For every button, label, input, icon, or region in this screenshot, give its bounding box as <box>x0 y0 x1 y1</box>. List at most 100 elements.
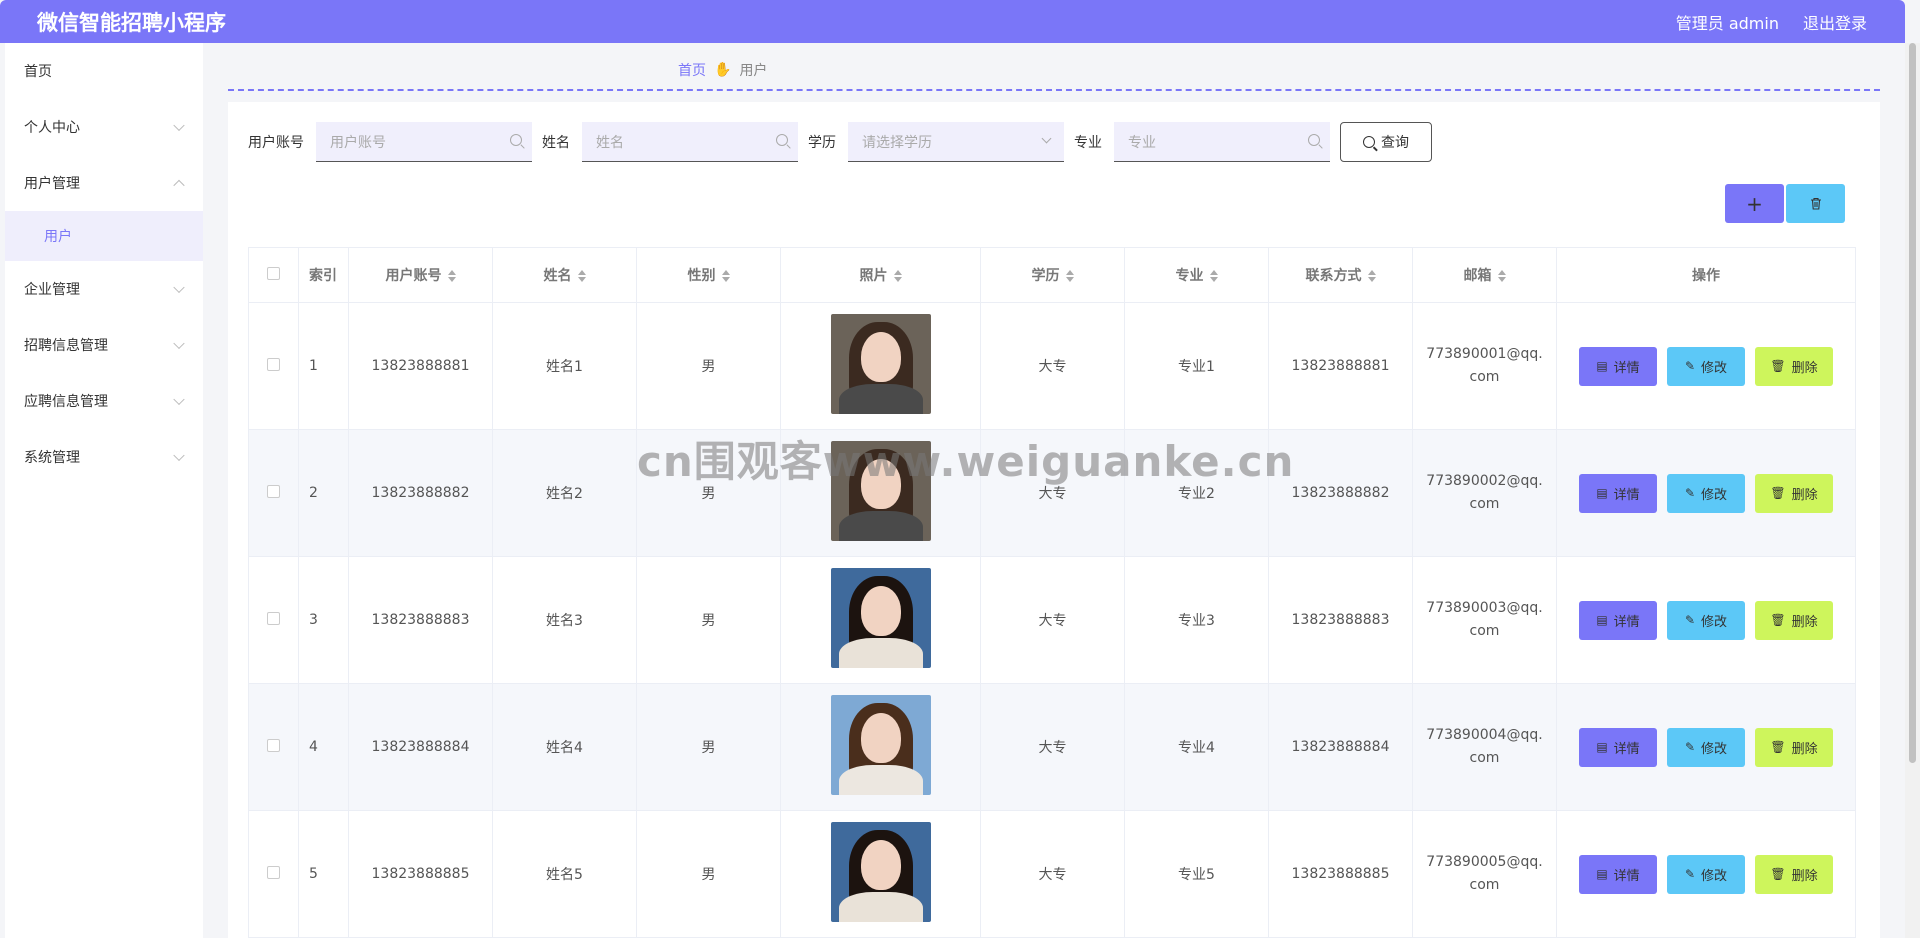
edit-button[interactable]: ✎ 修改 <box>1667 600 1745 640</box>
row-checkbox[interactable] <box>267 611 280 625</box>
cell-email: 773890002@qq.com <box>1426 473 1543 512</box>
hand-icon: ✋ <box>714 62 732 78</box>
trash-icon: 🗑 <box>1770 486 1786 500</box>
edit-button[interactable]: ✎ 修改 <box>1667 727 1745 767</box>
col-actions: 操作 <box>1556 247 1856 303</box>
chevron-down-icon <box>173 337 185 350</box>
cell-name: 姓名4 <box>492 683 637 811</box>
detail-button[interactable]: ▤ 详情 <box>1579 727 1657 767</box>
document-icon: ▤ <box>1596 740 1608 754</box>
document-icon: ▤ <box>1596 867 1608 881</box>
delete-button[interactable]: 🗑 删除 <box>1755 473 1833 513</box>
add-button[interactable]: + <box>1725 184 1784 223</box>
trash-icon <box>1810 197 1821 210</box>
row-checkbox[interactable] <box>267 484 280 498</box>
watermark: cn围观客www.weiguanke.cn <box>637 437 1295 486</box>
divider <box>228 89 1880 91</box>
edit-button[interactable]: ✎ 修改 <box>1667 346 1745 386</box>
batch-delete-button[interactable] <box>1786 184 1845 223</box>
sort-icon <box>1065 270 1074 282</box>
cell-index: 2 <box>298 429 349 557</box>
col-name[interactable]: 姓名 <box>492 247 637 303</box>
delete-button[interactable]: 🗑 删除 <box>1755 600 1833 640</box>
user-photo[interactable] <box>830 695 931 795</box>
cell-index: 4 <box>298 683 349 811</box>
delete-button[interactable]: 🗑 删除 <box>1755 346 1833 386</box>
delete-button[interactable]: 🗑 删除 <box>1755 854 1833 894</box>
cell-gender: 男 <box>636 302 781 430</box>
trash-icon: 🗑 <box>1770 867 1786 881</box>
document-icon: ▤ <box>1596 613 1608 627</box>
edit-button[interactable]: ✎ 修改 <box>1667 473 1745 513</box>
logout-link[interactable]: 退出登录 <box>1803 10 1867 34</box>
trash-icon: 🗑 <box>1770 613 1786 627</box>
col-phone[interactable]: 联系方式 <box>1268 247 1413 303</box>
cell-phone: 13823888884 <box>1268 683 1413 811</box>
scrollbar[interactable] <box>1905 43 1920 938</box>
pencil-icon: ✎ <box>1684 740 1696 754</box>
col-photo[interactable]: 照片 <box>780 247 981 303</box>
row-checkbox[interactable] <box>267 357 280 371</box>
detail-button[interactable]: ▤ 详情 <box>1579 854 1657 894</box>
trash-icon: 🗑 <box>1770 359 1786 373</box>
cell-account: 13823888882 <box>348 429 493 557</box>
major-label: 专业 <box>1074 135 1102 151</box>
table-row: 5 13823888885 姓名5 男大专 专业5 13823888885 77389000… <box>248 810 1856 938</box>
sidebar: 首页 个人中心 用户管理 用户 企业管理 招聘信息管理 应聘信息管理 系统管理 <box>5 43 203 938</box>
sidebar-item-home[interactable]: 首页 <box>5 43 203 99</box>
cell-edu: 大专 <box>980 810 1125 938</box>
cell-name: 姓名5 <box>492 810 637 938</box>
cell-major: 专业1 <box>1124 302 1269 430</box>
user-photo[interactable] <box>830 568 931 668</box>
col-edu[interactable]: 学历 <box>980 247 1125 303</box>
select-all-checkbox[interactable] <box>267 266 280 280</box>
user-photo[interactable] <box>830 822 931 922</box>
col-major[interactable]: 专业 <box>1124 247 1269 303</box>
cell-name: 姓名1 <box>492 302 637 430</box>
scrollbar-thumb[interactable] <box>1909 43 1916 763</box>
pencil-icon: ✎ <box>1684 867 1696 881</box>
chevron-down-icon <box>173 449 185 462</box>
cell-name: 姓名2 <box>492 429 637 557</box>
cell-account: 13823888881 <box>348 302 493 430</box>
sidebar-item-company-management[interactable]: 企业管理 <box>5 261 203 317</box>
query-button[interactable]: 查询 <box>1340 122 1432 162</box>
detail-button[interactable]: ▤ 详情 <box>1579 473 1657 513</box>
table-row: 3 13823888883 姓名3 男大专 专业3 13823888883 77389000… <box>248 556 1856 684</box>
cell-email: 773890004@qq.com <box>1426 727 1543 766</box>
chevron-down-icon <box>173 281 185 294</box>
detail-button[interactable]: ▤ 详情 <box>1579 600 1657 640</box>
search-icon <box>776 134 788 146</box>
major-input[interactable]: 专业 <box>1114 122 1330 162</box>
cell-phone: 13823888883 <box>1268 556 1413 684</box>
pencil-icon: ✎ <box>1684 613 1696 627</box>
edit-button[interactable]: ✎ 修改 <box>1667 854 1745 894</box>
sidebar-item-user-management[interactable]: 用户管理 <box>5 155 203 211</box>
row-checkbox[interactable] <box>267 738 280 752</box>
sidebar-item-user[interactable]: 用户 <box>5 211 203 261</box>
sidebar-item-application-management[interactable]: 应聘信息管理 <box>5 373 203 429</box>
detail-button[interactable]: ▤ 详情 <box>1579 346 1657 386</box>
cell-edu: 大专 <box>980 556 1125 684</box>
col-account[interactable]: 用户账号 <box>348 247 493 303</box>
account-label: 用户账号 <box>248 135 304 151</box>
sidebar-item-job-management[interactable]: 招聘信息管理 <box>5 317 203 373</box>
sidebar-item-profile[interactable]: 个人中心 <box>5 99 203 155</box>
cell-email: 773890003@qq.com <box>1426 600 1543 639</box>
col-email[interactable]: 邮箱 <box>1412 247 1557 303</box>
col-gender[interactable]: 性别 <box>636 247 781 303</box>
sort-icon <box>1497 270 1506 282</box>
search-icon <box>1308 134 1320 146</box>
user-photo[interactable] <box>830 314 931 414</box>
cell-email: 773890005@qq.com <box>1426 854 1543 893</box>
row-checkbox[interactable] <box>267 865 280 879</box>
account-input[interactable]: 用户账号 <box>316 122 532 162</box>
chevron-down-icon <box>1041 133 1052 144</box>
pencil-icon: ✎ <box>1684 359 1696 373</box>
name-input[interactable]: 姓名 <box>582 122 798 162</box>
edu-select[interactable]: 请选择学历 <box>848 122 1064 162</box>
sidebar-item-system-management[interactable]: 系统管理 <box>5 429 203 485</box>
delete-button[interactable]: 🗑 删除 <box>1755 727 1833 767</box>
admin-label[interactable]: 管理员 admin <box>1676 10 1779 34</box>
breadcrumb-home[interactable]: 首页 <box>678 60 706 80</box>
